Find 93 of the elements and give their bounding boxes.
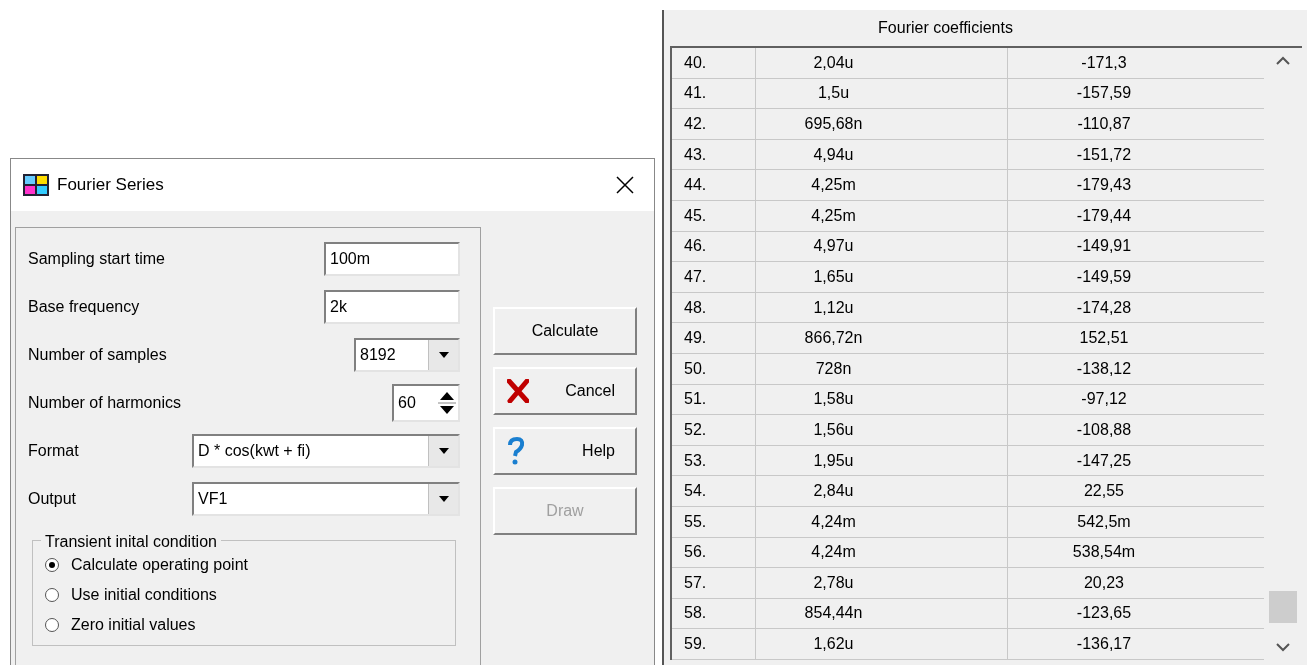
- table-cell: 4,94u: [756, 139, 1008, 170]
- table-cell-text: -138,12: [1075, 358, 1133, 379]
- table-cell: 4,24m: [756, 537, 1008, 568]
- table-cell-text: -149,91: [1075, 236, 1133, 257]
- table-cell: 44.: [672, 170, 756, 200]
- dropdown-field[interactable]: D * cos(kwt + fi): [192, 434, 460, 468]
- table-cell-text: -136,17: [1075, 634, 1133, 655]
- table-cell: 41.: [672, 78, 756, 109]
- table-cell-text: 152,51: [1078, 328, 1130, 349]
- close-icon[interactable]: [616, 176, 634, 194]
- dialog-button[interactable]: Calculate: [493, 307, 637, 355]
- table-cell: 1,95u: [756, 445, 1008, 476]
- spin-field[interactable]: 60: [392, 384, 460, 422]
- dropdown-arrow-icon: [438, 448, 449, 454]
- field-label: Sampling start time: [28, 249, 165, 269]
- radio-button[interactable]: [45, 618, 59, 632]
- scroll-up-icon[interactable]: [1276, 56, 1290, 65]
- table-cell: 2,04u: [756, 48, 1008, 78]
- dialog-button[interactable]: Cancel: [493, 367, 637, 415]
- app-icon: [23, 174, 49, 196]
- table-cell: 43.: [672, 139, 756, 170]
- text-field[interactable]: 2k: [324, 290, 460, 324]
- field-label: Format: [28, 441, 79, 461]
- table-cell: 51.: [672, 384, 756, 415]
- table-cell: 1,12u: [756, 292, 1008, 323]
- table-cell: 2,84u: [756, 476, 1008, 506]
- text-field[interactable]: 100m: [324, 242, 460, 276]
- field-label: Base frequency: [28, 297, 140, 317]
- table-cell: 4,25m: [756, 170, 1008, 200]
- table-cell-text: -147,25: [1075, 450, 1133, 471]
- table-cell: 1,58u: [756, 384, 1008, 415]
- question-mark-icon: [507, 437, 525, 465]
- table-cell: 46.: [672, 231, 756, 262]
- table-cell-text: -179,44: [1075, 205, 1133, 226]
- cross-icon: [507, 379, 529, 403]
- table-cell: 4,25m: [756, 200, 1008, 231]
- table-cell-text: -149,59: [1075, 266, 1133, 287]
- table-cell: 54.: [672, 476, 756, 506]
- radio-button[interactable]: [45, 588, 59, 602]
- table-cell-text: -123,65: [1075, 603, 1133, 624]
- scroll-down-icon[interactable]: [1276, 642, 1290, 652]
- table-cell-text: -157,59: [1075, 83, 1133, 104]
- table-cell: 1,5u: [756, 78, 1008, 109]
- field-label: Output: [28, 489, 77, 509]
- table-cell: 4,97u: [756, 231, 1008, 262]
- table-cell-text: 538,54m: [1071, 542, 1137, 563]
- table-cell-text: 20,23: [1082, 572, 1125, 593]
- table-cell-text: 542,5m: [1076, 511, 1132, 532]
- table-cell: 695,68n: [756, 109, 1008, 139]
- dialog-button[interactable]: Help: [493, 427, 637, 475]
- table-cell-text: -97,12: [1080, 389, 1128, 410]
- table-cell: 47.: [672, 262, 756, 292]
- table-cell: 53.: [672, 445, 756, 476]
- table-cell-text: -110,87: [1076, 114, 1132, 134]
- table-cell-text: -151,72: [1075, 144, 1133, 165]
- table-cell: 42.: [672, 109, 756, 139]
- table-cell: 52.: [672, 415, 756, 445]
- table-cell-text: -108,88: [1075, 419, 1133, 440]
- table-cell: 2,78u: [756, 568, 1008, 598]
- table-cell: 728n: [756, 353, 1008, 384]
- radio-button[interactable]: [45, 558, 59, 572]
- panel-title: Fourier coefficients: [877, 18, 1014, 38]
- table-cell: 49.: [672, 323, 756, 353]
- table-cell: 57.: [672, 568, 756, 598]
- table-cell: 1,56u: [756, 415, 1008, 445]
- dropdown-field[interactable]: VF1: [192, 482, 460, 516]
- table-cell: 866,72n: [756, 323, 1008, 353]
- window-title: Fourier Series: [57, 174, 165, 197]
- table-cell-text: -171,3: [1080, 52, 1128, 73]
- table-cell: 4,24m: [756, 506, 1008, 537]
- table-cell: 50.: [672, 353, 756, 384]
- scroll-thumb[interactable]: [1269, 590, 1297, 623]
- table-cell: 58.: [672, 598, 756, 629]
- radio-label[interactable]: Calculate operating point: [71, 553, 248, 577]
- table-cell-text: 22,55: [1082, 481, 1125, 502]
- radio-label[interactable]: Zero initial values: [71, 613, 196, 637]
- dropdown-arrow-icon: [438, 352, 449, 358]
- table-cell: 854,44n: [756, 598, 1008, 629]
- table-cell: 1,62u: [756, 629, 1008, 659]
- table-cell: 45.: [672, 200, 756, 231]
- field-label: Number of harmonics: [28, 393, 181, 413]
- table-cell: 40.: [672, 48, 756, 78]
- dropdown-field[interactable]: 8192: [354, 338, 460, 372]
- table-cell: 1,65u: [756, 262, 1008, 292]
- table-cell-text: -179,43: [1075, 175, 1133, 196]
- field-label: Number of samples: [28, 345, 167, 365]
- table-cell: 48.: [672, 292, 756, 323]
- table-cell: 59.: [672, 629, 756, 659]
- table-cell: 55.: [672, 506, 756, 537]
- dropdown-arrow-icon: [438, 496, 449, 502]
- table-cell-text: -174,28: [1075, 297, 1133, 318]
- table-cell: 56.: [672, 537, 756, 568]
- radio-label[interactable]: Use initial conditions: [71, 583, 217, 607]
